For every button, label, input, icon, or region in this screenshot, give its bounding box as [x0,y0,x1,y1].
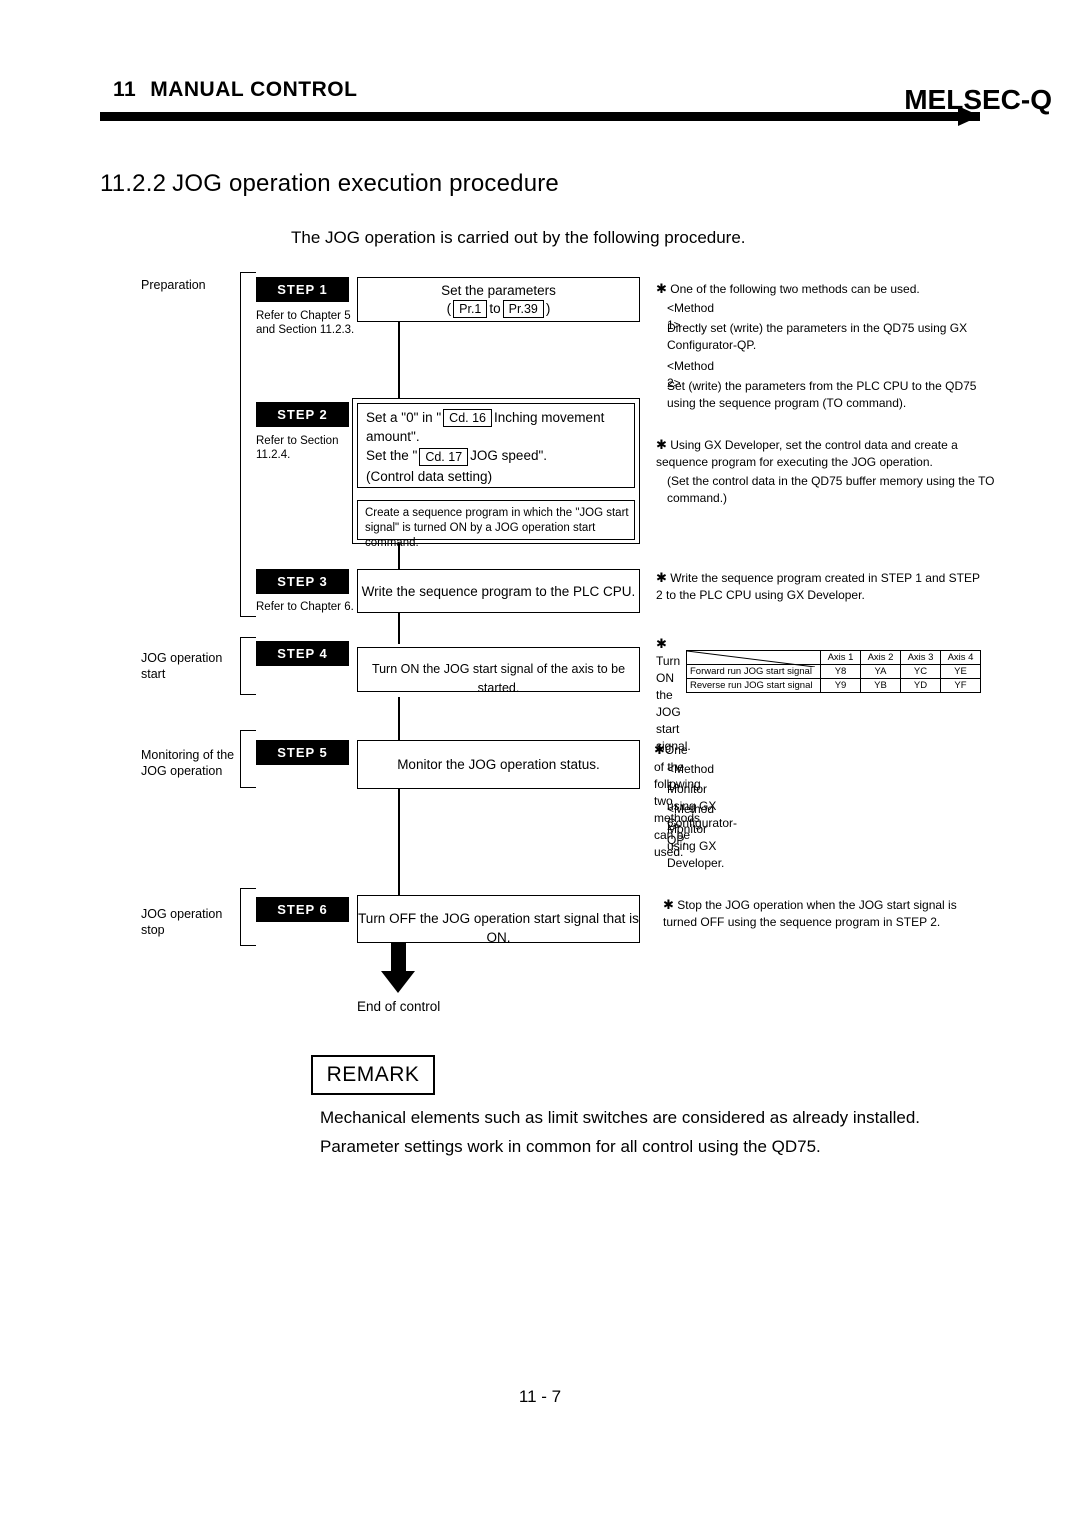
diagonal-line-icon [687,651,815,667]
section-title: JOG operation execution procedure [172,170,559,197]
note-5-4: Monitor using GX Developer. [667,822,725,870]
note-3-0-text: Write the sequence program created in ST… [656,571,980,602]
step-ref-1: Refer to Chapter 5 and Section 11.2.3. [256,310,355,336]
table-header-axis1: Axis 1 [820,650,861,665]
table-corner-cell [686,650,821,667]
step-box-3-title: Write the sequence program to the PLC CP… [361,584,636,599]
step-box-2a-line4: (Control data setting) [366,468,493,484]
step-box-2b-line1: Create a sequence program in which the "… [365,507,629,519]
step-box-2a-line2: amount". [366,429,420,445]
table-row-header: Axis 1 Axis 2 Axis 3 Axis 4 [686,650,981,667]
label-jog-stop: JOG operation stop [141,907,223,937]
step-box-2b-line2: signal" is turned ON by a JOG operation … [365,522,596,549]
cd16-suffix: Inching movement [494,410,605,425]
cell-fwd-axis3: YC [900,664,941,679]
cd17-prefix: Set the " [366,448,418,464]
note-1-2: Directly set (write) the parameters in t… [667,321,968,352]
page-number: 11 - 7 [518,1387,562,1406]
note-1-4: Set (write) the parameters from the PLC … [667,379,977,410]
cd17-suffix: JOG speed". [470,448,547,464]
step-box-4: Turn ON the JOG start signal of the axis… [357,647,640,695]
step-badge-2: STEP 2 [256,402,349,427]
step-badge-3: STEP 3 [256,569,349,594]
step-box-3: Write the sequence program to the PLC CP… [357,569,640,613]
cd16-prefix: Set a "0" in " [366,410,442,425]
bracket-jog-stop [240,888,256,946]
flow-connector-4 [398,697,400,740]
step-box-4-title: Turn ON the JOG start signal of the axis… [371,662,626,695]
cell-fwd-axis4: YE [940,664,981,679]
step-ref-3: Refer to Chapter 6. [256,601,354,613]
header-rule [100,106,980,126]
document-page: 11 MANUAL CONTROL MELSEC-Q 11.2.2 JOG oper… [0,0,1080,1528]
flow-connector-5 [398,789,400,895]
remark-line-1: Mechanical elements such as limit switch… [320,1108,921,1127]
param-cd16: Cd. 16 [443,409,493,428]
table-header-axis2: Axis 2 [860,650,901,665]
note-1-0-text: One of the following two methods can be … [670,282,920,296]
step-box-6-title: Turn OFF the JOG operation start signal … [358,911,639,945]
step-box-1-subtitle: (Pr.1 to Pr.39) [358,299,639,319]
end-arrow-head [381,971,415,993]
step-box-1: Set the parameters (Pr.1 to Pr.39) [357,277,640,322]
param-cd17: Cd. 17 [419,447,469,466]
step-badge-5: STEP 5 [256,740,349,765]
step-badge-1: STEP 1 [256,277,349,302]
cell-rev-axis3: YD [900,678,941,693]
step-box-5: Monitor the JOG operation status. [357,740,640,789]
note-1-0: ✱ One of the following two methods can b… [656,281,920,296]
table-row: Reverse run JOG start signal Y9 YB YD YF [686,678,981,693]
step-box-2a: Set a "0" in " Cd. 16 Inching movement amo… [357,403,635,488]
step-box-1-title: Set the parameters [441,283,556,298]
end-of-control-label: End of control [357,999,441,1014]
step-box-5-title: Monitor the JOG operation status. [397,757,600,772]
intro-text: The JOG operation is carried out by the … [291,228,746,247]
cell-fwd-axis2: YA [860,664,901,679]
step-ref-2: Refer to Section 11.2.4. [256,435,339,461]
label-jog-start: JOG operation start [141,651,223,681]
paren-close: ) [545,301,551,316]
step-box-2b: Create a sequence program in which the "… [357,500,635,549]
cell-rev-axis1: Y9 [820,678,861,693]
chapter-title: MANUAL CONTROL [150,78,358,101]
step-box-6: Turn OFF the JOG operation start signal … [357,895,640,945]
bracket-monitoring [240,730,256,788]
row-label-reverse: Reverse run JOG start signal [686,678,821,693]
cell-fwd-axis1: Y8 [820,664,861,679]
label-preparation: Preparation [141,278,206,292]
note-2-1: (Set the control data in the QD75 buffer… [667,474,995,505]
remark-title: REMARK [326,1063,420,1086]
table-header-axis4: Axis 4 [940,650,981,665]
param-pr39: Pr.39 [502,300,544,319]
remark-title-box: REMARK [311,1055,435,1095]
flow-connector-1 [398,322,400,406]
step-box-2a-line3: Set the " Cd. 17 JOG speed". [366,446,634,466]
param-pr1: Pr.1 [453,300,488,319]
flow-connector-3 [398,612,400,644]
step-badge-6: STEP 6 [256,897,349,922]
cell-rev-axis2: YB [860,678,901,693]
note-6-0: ✱ Stop the JOG operation when the JOG st… [663,897,957,929]
label-monitoring: Monitoring of the JOG operation [141,748,235,778]
page-title: 11.2.2 JOG operation execution procedure [100,170,559,198]
note-3-0: ✱ Write the sequence program created in … [656,570,980,602]
page-header-chapter: 11 MANUAL CONTROL [113,78,357,102]
note-2-0-text: Using GX Developer, set the control data… [656,438,958,469]
note-2-0: ✱ Using GX Developer, set the control da… [656,437,958,469]
paren-open: ( [446,301,452,316]
step-box-2a-line1: Set a "0" in " Cd. 16 Inching movement [366,408,634,428]
note-6-0-text: Stop the JOG operation when the JOG star… [663,898,957,929]
section-number: 11.2.2 [100,170,167,197]
signal-table: Axis 1 Axis 2 Axis 3 Axis 4 Forward run … [686,650,981,693]
remark-line-2: Parameter settings work in common for al… [320,1137,821,1156]
word-to: to [489,301,501,316]
bracket-preparation [240,272,256,617]
table-header-axis3: Axis 3 [900,650,941,665]
cell-rev-axis4: YF [940,678,981,693]
chapter-number: 11 [113,78,137,101]
bracket-jog-start [240,637,256,695]
step-badge-4: STEP 4 [256,641,349,666]
